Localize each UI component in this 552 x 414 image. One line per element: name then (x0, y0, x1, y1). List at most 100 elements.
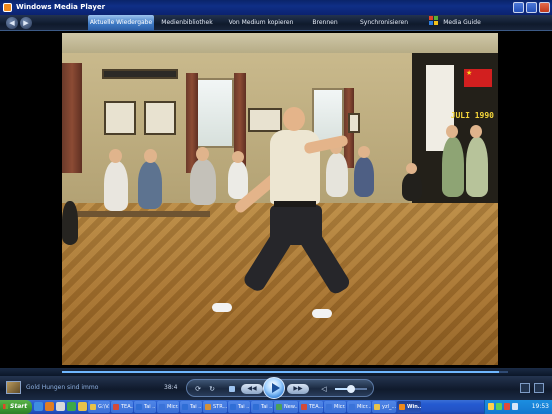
taskbar-item[interactable]: Tai ... (228, 401, 250, 413)
taskbar-item-label: G:\V... (98, 404, 110, 410)
tray-network-icon[interactable] (496, 403, 502, 410)
taskbar-item-icon (205, 404, 211, 410)
windows-flag-icon (429, 16, 439, 25)
system-tray: 19:53 (484, 400, 552, 414)
repeat-icon[interactable]: ↻ (207, 384, 217, 394)
spectator-head (232, 151, 244, 163)
spectator-head (196, 147, 209, 161)
spectator (62, 201, 78, 245)
video-frame[interactable]: JULI 1990 (62, 33, 498, 365)
previous-button[interactable]: ◀◀ (241, 384, 263, 394)
seek-bar[interactable] (0, 368, 552, 376)
taskbar-item[interactable]: Tai ... (134, 401, 156, 413)
start-button[interactable]: Start (0, 400, 32, 414)
taskbar-item[interactable]: Tai ... (251, 401, 273, 413)
wall-picture (144, 101, 176, 135)
desktop-icon[interactable] (56, 402, 65, 411)
taskbar-item-label: Win... (407, 404, 421, 410)
back-arrow-icon[interactable]: ◀ (6, 17, 18, 29)
title-bar[interactable]: Windows Media Player (0, 0, 552, 15)
spectator (228, 161, 248, 199)
elapsed-time: 38:4 (164, 384, 178, 391)
next-button[interactable]: ▶▶ (287, 384, 309, 394)
taskbar-item[interactable]: G:\V... (88, 401, 110, 413)
wall-picture (348, 113, 360, 133)
spectator-head (358, 146, 370, 158)
master-hips (270, 205, 322, 245)
media-player-icon (3, 3, 12, 12)
window-controls (513, 2, 550, 13)
spectator-head (144, 149, 157, 163)
taskbar-item[interactable]: TEA... (111, 401, 133, 413)
taskbar-item[interactable]: Micr... (157, 401, 179, 413)
seek-track[interactable] (62, 371, 508, 373)
minimize-button[interactable] (513, 2, 524, 13)
taskbar-item-label: Tai ... (144, 404, 156, 410)
play-button[interactable] (263, 377, 285, 399)
taskbar-item-icon (326, 404, 332, 410)
taskbar-item[interactable]: Tai ... (180, 401, 202, 413)
taskbar-item[interactable]: Micr... (347, 401, 371, 413)
taskbar-item-label: TEA... (121, 404, 133, 410)
tab-rip[interactable]: Von Medium kopieren (220, 15, 302, 31)
forward-arrow-icon[interactable]: ▶ (20, 17, 32, 29)
taskbar-item-icon (349, 404, 355, 410)
shuffle-icon[interactable]: ⟳ (193, 384, 203, 394)
spectator (138, 161, 162, 209)
seek-progress (62, 371, 500, 373)
taskbar-item[interactable]: Micr... (324, 401, 346, 413)
tab-sync[interactable]: Synchronisieren (348, 15, 420, 31)
tray-volume-icon[interactable] (512, 403, 518, 410)
tab-media-guide[interactable]: Media Guide (420, 15, 490, 31)
taskbar-item[interactable]: TEA... (299, 401, 323, 413)
volume-slider[interactable] (335, 385, 367, 393)
tray-icons (488, 403, 518, 410)
transport-controls: Gold Hungen sind immo 38:4 ⟳ ↻ ◀◀ ▶▶ ◁ (0, 376, 552, 400)
bench (70, 211, 210, 217)
taskbar-item-icon (90, 404, 96, 410)
volume-knob[interactable] (347, 385, 355, 393)
playback-controls: ⟳ ↻ ◀◀ ▶▶ ◁ (186, 377, 374, 399)
taskbar-item-icon (253, 404, 259, 410)
spectator (466, 137, 488, 197)
maximize-button[interactable] (526, 2, 537, 13)
folder-icon[interactable] (78, 402, 87, 411)
spectator-head (109, 149, 122, 163)
speaker-icon[interactable]: ◁ (319, 384, 329, 394)
tab-burn[interactable]: Brennen (302, 15, 348, 31)
feature-tabs: Aktuelle Wiedergabe Medienbibliothek Von… (88, 15, 490, 31)
taskbar-item-label: STR... (213, 404, 227, 410)
spectator-head (406, 163, 417, 174)
taskbar-item[interactable]: yzl_... (372, 401, 396, 413)
master-right-shoe (312, 309, 332, 318)
tray-security-icon[interactable] (504, 403, 510, 410)
taskbar-item-label: Tai ... (190, 404, 202, 410)
compact-mode-button[interactable] (534, 383, 544, 393)
video-date-stamp: JULI 1990 (450, 111, 494, 120)
close-button[interactable] (539, 2, 550, 13)
taskbar-item-icon (230, 404, 236, 410)
tab-now-playing[interactable]: Aktuelle Wiedergabe (88, 15, 154, 31)
taskbar-item[interactable]: New... (274, 401, 298, 413)
track-title: Gold Hungen sind immo (26, 384, 99, 391)
tray-warning-icon[interactable] (488, 403, 494, 410)
taskbar-buttons: G:\V... TEA... Tai ... Micr... Tai ... STR...… (88, 401, 421, 413)
tab-media-library[interactable]: Medienbibliothek (154, 15, 220, 31)
taskbar-item[interactable]: Win... (397, 401, 421, 413)
hall-window (196, 78, 234, 148)
taskbar-item-icon (374, 404, 380, 410)
navigation-bar: ◀ ▶ Aktuelle Wiedergabe Medienbibliothek… (0, 15, 552, 31)
fullscreen-button[interactable] (520, 383, 530, 393)
taskbar-item-label: TEA... (309, 404, 323, 410)
video-area[interactable]: JULI 1990 (0, 31, 552, 368)
browser-icon[interactable] (34, 402, 43, 411)
media-icon[interactable] (45, 402, 54, 411)
taskbar-item-icon (301, 404, 307, 410)
wall-picture (248, 108, 282, 132)
stop-button[interactable] (229, 386, 235, 392)
taskbar-item-icon (113, 404, 119, 410)
curtain (62, 63, 82, 173)
app-icon[interactable] (67, 402, 76, 411)
taskbar-item[interactable]: STR... (203, 401, 227, 413)
track-thumbnail[interactable] (6, 381, 21, 394)
